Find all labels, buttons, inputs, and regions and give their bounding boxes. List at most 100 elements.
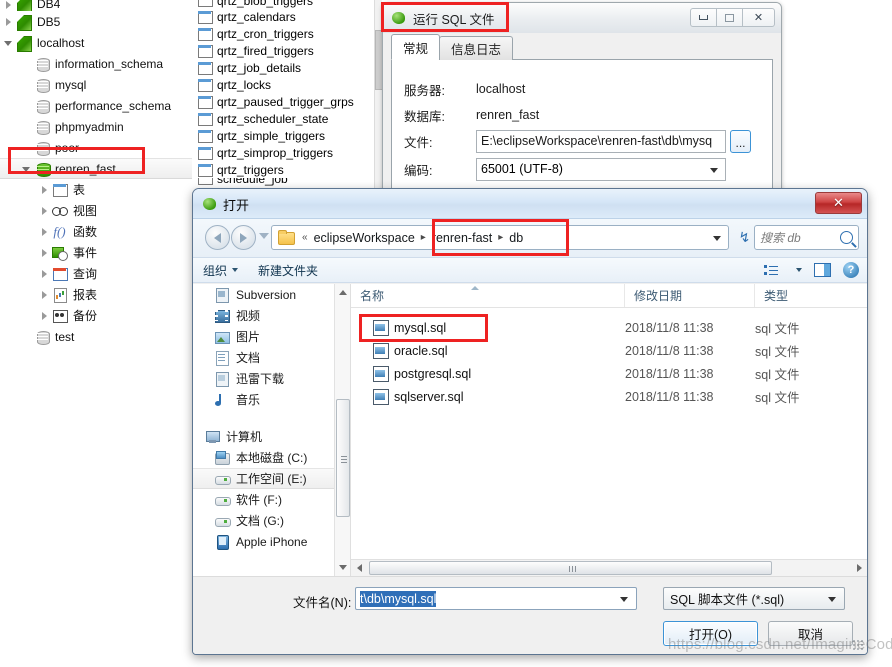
table-list-item[interactable]: qrtz_triggers	[192, 161, 382, 178]
expand-arrow-open-icon[interactable]	[20, 162, 33, 175]
column-header-name[interactable]: 名称	[351, 284, 625, 307]
filetype-select[interactable]: SQL 脚本文件 (*.sql)	[663, 587, 845, 610]
sidebar-scrollbar[interactable]	[334, 284, 350, 576]
file-row[interactable]: oracle.sql 2018/11/8 11:38 sql 文件	[351, 339, 867, 362]
browse-file-button[interactable]: ...	[730, 129, 751, 153]
address-bar[interactable]: « eclipseWorkspace ▸ renren-fast ▸ db	[271, 225, 729, 250]
expand-arrow-closed-icon[interactable]	[38, 246, 51, 259]
file-name-cell[interactable]: oracle.sql	[351, 343, 625, 359]
tree-item-DB4[interactable]: DB4	[0, 0, 192, 11]
search-input[interactable]: 搜索 db	[754, 225, 859, 250]
tree-item-事件[interactable]: 事件	[0, 242, 192, 263]
column-header-date[interactable]: 修改日期	[625, 284, 755, 307]
tree-item-DB5[interactable]: DB5	[0, 11, 192, 32]
scroll-up-button[interactable]	[335, 284, 350, 301]
file-row[interactable]: sqlserver.sql 2018/11/8 11:38 sql 文件	[351, 385, 867, 408]
close-icon[interactable]: ✕	[742, 8, 775, 27]
scrollbar-thumb[interactable]	[369, 561, 772, 575]
file-name-cell[interactable]: sqlserver.sql	[351, 389, 625, 405]
tree-item-视图[interactable]: 视图	[0, 200, 192, 221]
table-list-item[interactable]: qrtz_simple_triggers	[192, 127, 382, 144]
expand-arrow-closed-icon[interactable]	[2, 0, 15, 11]
sql-dialog-tabs[interactable]: 常规 信息日志	[391, 34, 773, 60]
organize-button[interactable]: 组织	[193, 262, 248, 279]
places-sidebar[interactable]: Subversion 视频 图片 文档 迅雷下载 音乐 计算机 本地磁盘 (C:) 工作空间 (…	[193, 284, 351, 576]
sidebar-item-Subversion[interactable]: Subversion	[193, 284, 350, 305]
file-list-pane[interactable]: 名称 修改日期 类型 mysql.sql 2018/11/8 11:38 sql 文…	[351, 284, 867, 576]
sidebar-item-文档[interactable]: 文档	[193, 347, 350, 368]
tree-item-poor[interactable]: poor	[0, 137, 192, 158]
sidebar-item-本地磁盘 (C:)[interactable]: 本地磁盘 (C:)	[193, 447, 350, 468]
preview-pane-icon[interactable]	[814, 263, 831, 277]
recent-locations-icon[interactable]	[259, 233, 269, 239]
expand-arrow-closed-icon[interactable]	[38, 225, 51, 238]
sidebar-item-视频[interactable]: 视频	[193, 305, 350, 326]
tree-item-localhost[interactable]: localhost	[0, 32, 192, 53]
filename-input[interactable]: t\db\mysql.sql	[355, 587, 637, 610]
chevron-down-icon[interactable]	[620, 597, 628, 602]
column-header-type[interactable]: 类型	[755, 284, 867, 307]
address-prefix[interactable]: «	[298, 232, 312, 243]
file-row[interactable]: postgresql.sql 2018/11/8 11:38 sql 文件	[351, 362, 867, 385]
change-view-icon[interactable]	[764, 264, 779, 277]
scroll-down-button[interactable]	[335, 559, 350, 576]
scrollbar-thumb[interactable]	[336, 399, 350, 517]
table-list-item[interactable]: qrtz_cron_triggers	[192, 25, 382, 42]
tree-item-phpmyadmin[interactable]: phpmyadmin	[0, 116, 192, 137]
table-list-scrollbar[interactable]	[374, 0, 383, 190]
expand-arrow-closed-icon[interactable]	[38, 183, 51, 196]
sql-file-path-input[interactable]: E:\eclipseWorkspace\renren-fast\db\mysq	[476, 129, 726, 153]
sidebar-item-文档 (G:)[interactable]: 文档 (G:)	[193, 510, 350, 531]
tree-item-performance_schema[interactable]: performance_schema	[0, 95, 192, 116]
chevron-down-icon[interactable]	[796, 268, 802, 272]
encoding-select[interactable]: 65001 (UTF-8)	[476, 157, 726, 181]
breadcrumb-renren-fast[interactable]: renren-fast	[430, 231, 494, 245]
table-object-list[interactable]: qrtz_blob_triggers qrtz_calendars qrtz_cro…	[192, 0, 383, 190]
expand-arrow-open-icon[interactable]	[2, 36, 15, 49]
tree-item-表[interactable]: 表	[0, 179, 192, 200]
table-list-item[interactable]: qrtz_paused_trigger_grps	[192, 93, 382, 110]
open-dialog-titlebar[interactable]: 打开 ✕	[193, 189, 867, 219]
tree-item-information_schema[interactable]: information_schema	[0, 53, 192, 74]
help-icon[interactable]: ?	[843, 262, 859, 278]
cancel-button[interactable]: 取消	[768, 621, 853, 646]
tab-message-log[interactable]: 信息日志	[439, 36, 514, 60]
file-name-cell[interactable]: postgresql.sql	[351, 366, 625, 382]
table-list-item[interactable]: qrtz_locks	[192, 76, 382, 93]
sidebar-item-工作空间 (E:)[interactable]: 工作空间 (E:)	[193, 468, 350, 489]
table-list-item[interactable]: qrtz_calendars	[192, 8, 382, 25]
sidebar-item-Apple iPhone[interactable]: Apple iPhone	[193, 531, 350, 552]
sidebar-item-软件 (F:)[interactable]: 软件 (F:)	[193, 489, 350, 510]
forward-button[interactable]	[231, 225, 256, 250]
chevron-down-icon[interactable]	[713, 236, 721, 241]
table-list-item[interactable]: qrtz_fired_triggers	[192, 42, 382, 59]
tree-item-备份[interactable]: 备份	[0, 305, 192, 326]
tree-item-mysql[interactable]: mysql	[0, 74, 192, 95]
table-list-item[interactable]: qrtz_job_details	[192, 59, 382, 76]
minimize-button[interactable]	[690, 8, 717, 27]
sidebar-item-音乐[interactable]: 音乐	[193, 389, 350, 410]
close-button[interactable]: ✕	[815, 192, 862, 214]
expand-arrow-closed-icon[interactable]	[2, 15, 15, 28]
table-list-item[interactable]: qrtz_blob_triggers	[192, 0, 382, 8]
sidebar-item-计算机[interactable]: 计算机	[193, 426, 350, 447]
table-list-item[interactable]: qrtz_scheduler_state	[192, 110, 382, 127]
expand-arrow-closed-icon[interactable]	[38, 309, 51, 322]
file-list-horizontal-scrollbar[interactable]	[351, 559, 867, 576]
table-list-item[interactable]: schedule_job	[192, 178, 382, 186]
file-row[interactable]: mysql.sql 2018/11/8 11:38 sql 文件	[351, 316, 867, 339]
tree-item-查询[interactable]: 查询	[0, 263, 192, 284]
sidebar-item-迅雷下载[interactable]: 迅雷下载	[193, 368, 350, 389]
navicat-navigation-tree[interactable]: DB4 DB5 localhost information_schema mysql pe…	[0, 0, 192, 345]
tree-item-test[interactable]: test	[0, 326, 192, 347]
breadcrumb-eclipseworkspace[interactable]: eclipseWorkspace	[312, 231, 417, 245]
sql-dialog-titlebar[interactable]: 运行 SQL 文件 ✕	[383, 3, 781, 33]
expand-arrow-closed-icon[interactable]	[38, 267, 51, 280]
expand-arrow-closed-icon[interactable]	[38, 204, 51, 217]
new-folder-button[interactable]: 新建文件夹	[248, 262, 328, 279]
tree-item-函数[interactable]: f() 函数	[0, 221, 192, 242]
tab-general[interactable]: 常规	[391, 34, 441, 60]
tree-item-renren_fast[interactable]: renren_fast	[0, 158, 192, 179]
back-button[interactable]	[205, 225, 230, 250]
tree-item-报表[interactable]: 报表	[0, 284, 192, 305]
